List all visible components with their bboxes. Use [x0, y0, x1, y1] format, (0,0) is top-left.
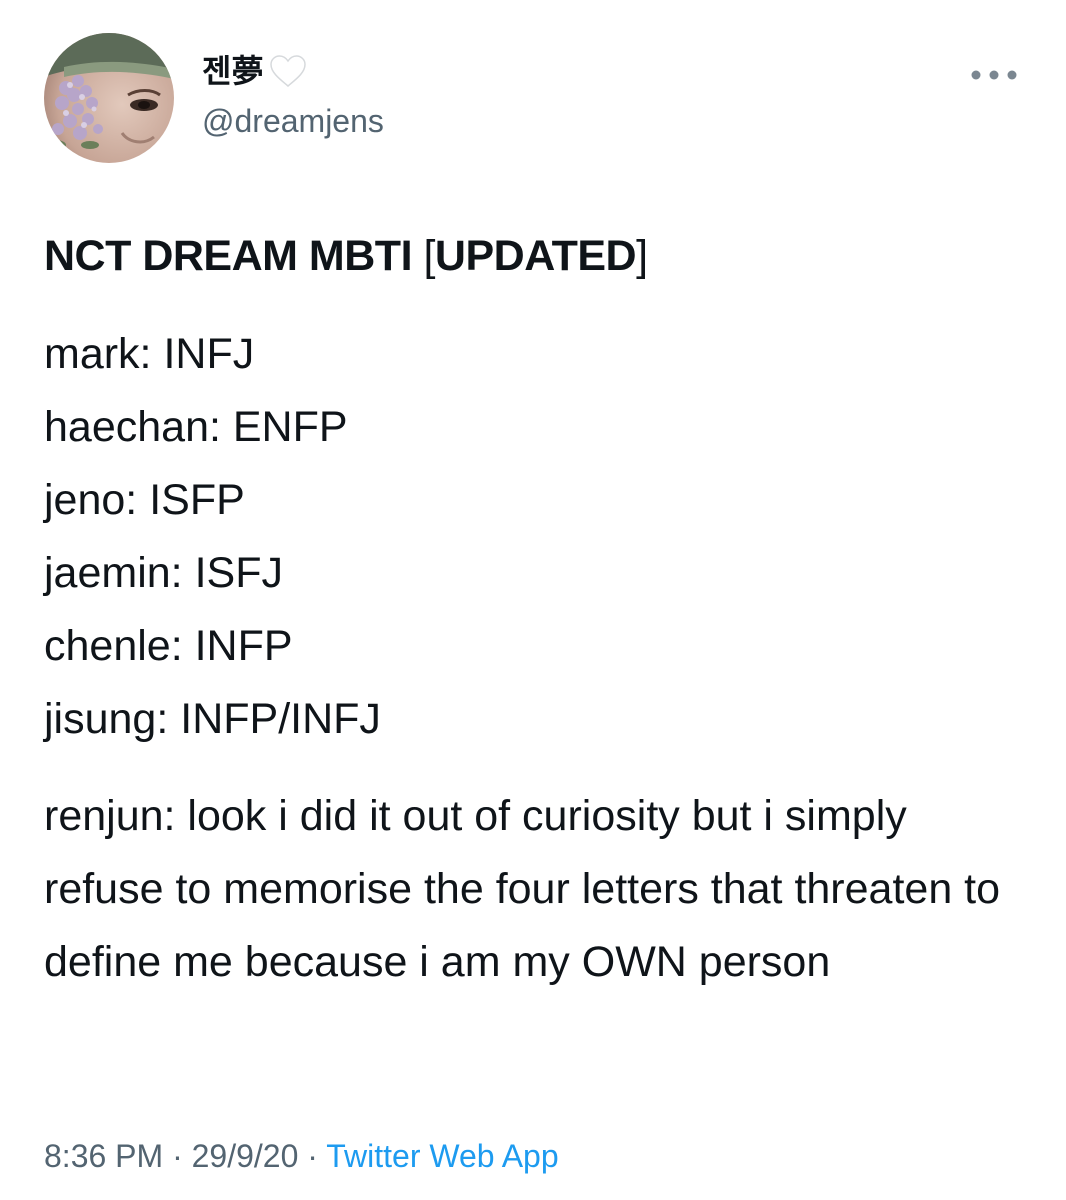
- title-bracket-open: [: [423, 232, 435, 280]
- mbti-line: chenle: INFP: [44, 622, 293, 670]
- renjun-paragraph: renjun: look i did it out of curiosity b…: [44, 792, 1001, 986]
- meta-separator: ·: [163, 1138, 192, 1174]
- white-heart-icon: [269, 54, 307, 88]
- more-options-button[interactable]: [964, 57, 1024, 93]
- mbti-line: haechan: ENFP: [44, 403, 348, 451]
- tweet-date[interactable]: 29/9/20: [192, 1138, 299, 1174]
- tweet-title: NCT DREAM MBTI [UPDATED]: [44, 226, 648, 286]
- tweet-header: 젠夢 @dreamjens: [44, 33, 1024, 163]
- meta-separator: ·: [298, 1138, 327, 1174]
- mbti-list: mark: INFJ haechan: ENFP jeno: ISFP jaem…: [44, 318, 381, 756]
- tweet-source-link[interactable]: Twitter Web App: [326, 1138, 558, 1174]
- tweet-meta: 8:36 PM · 29/9/20 · Twitter Web App: [44, 1132, 559, 1180]
- mbti-line: mark: INFJ: [44, 330, 255, 378]
- mbti-line: jaemin: ISFJ: [44, 549, 283, 597]
- more-horizontal-icon: [971, 70, 1017, 80]
- tweet-card: 젠夢 @dreamjens NCT DREAM MBTI [UPDATED] m…: [0, 0, 1066, 1200]
- display-name[interactable]: 젠夢: [202, 51, 384, 91]
- title-bracket-close: ]: [636, 232, 648, 280]
- user-names: 젠夢 @dreamjens: [202, 51, 384, 141]
- title-word: UPDATED: [434, 232, 637, 280]
- mbti-line: jeno: ISFP: [44, 476, 245, 524]
- avatar-image: [44, 33, 174, 163]
- display-name-text[interactable]: 젠夢: [202, 51, 263, 91]
- user-handle[interactable]: @dreamjens: [202, 101, 384, 141]
- mbti-line: jisung: INFP/INFJ: [44, 695, 381, 743]
- tweet-time[interactable]: 8:36 PM: [44, 1138, 163, 1174]
- avatar[interactable]: [44, 33, 174, 163]
- title-main: NCT DREAM MBTI: [44, 232, 424, 280]
